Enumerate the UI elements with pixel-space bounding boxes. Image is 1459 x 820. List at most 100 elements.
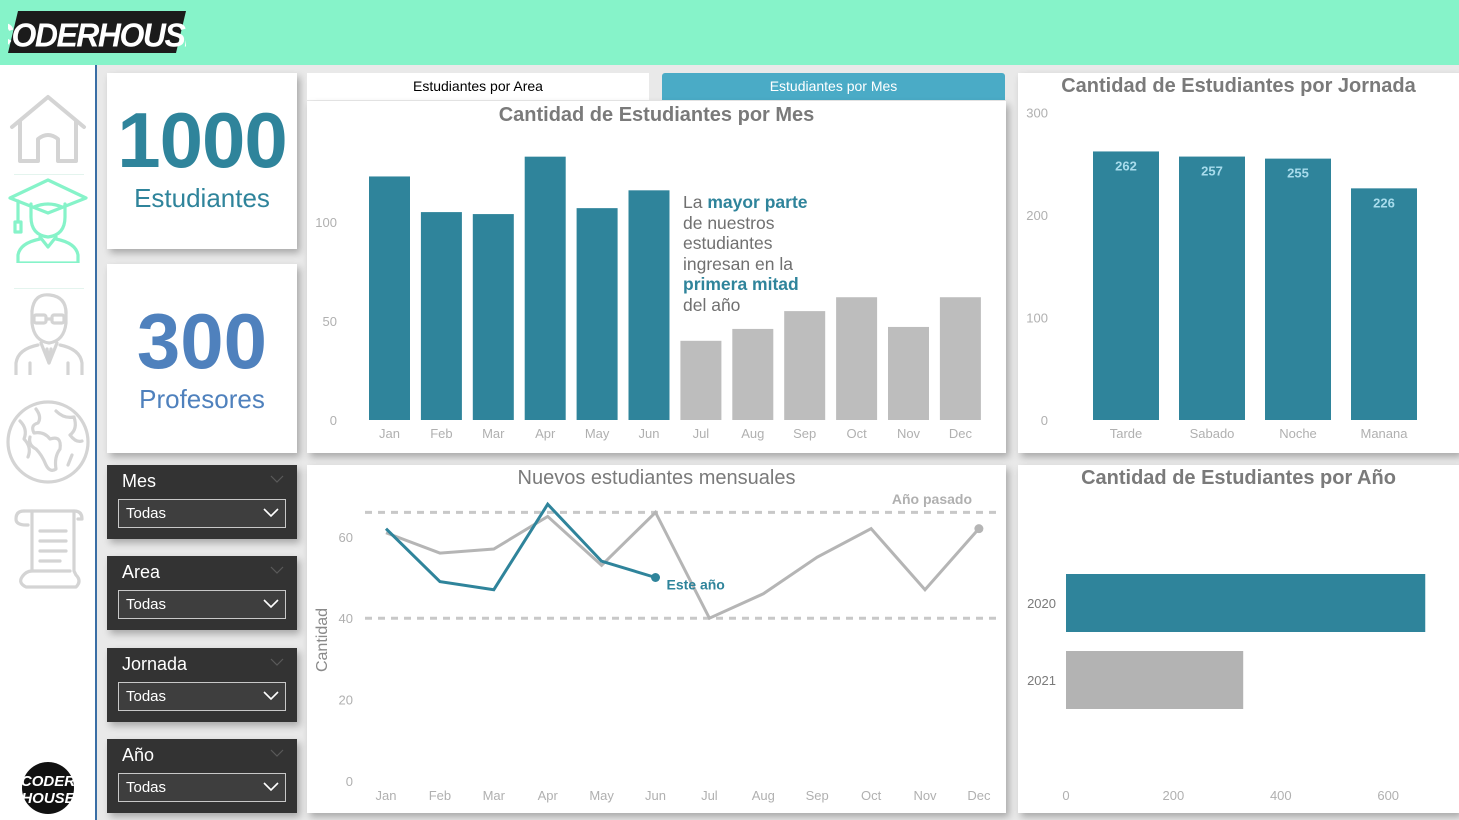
bar-nov xyxy=(888,326,929,420)
x-tick-label: May xyxy=(585,426,610,441)
series-label-ano-pasado: Año pasado xyxy=(892,491,972,507)
collapse-chevron-icon[interactable] xyxy=(270,565,284,575)
x-tick-label: May xyxy=(589,788,614,803)
monthly-line-chart-card: Nuevos estudiantes mensuales 0 20 40 60 Cant… xyxy=(307,465,1006,813)
bar-sabado xyxy=(1179,156,1245,420)
y-tick-label: 40 xyxy=(339,611,353,626)
filter-title: Año xyxy=(122,745,155,765)
coderhouse-logo[interactable]: CODERHOUSE xyxy=(0,11,208,54)
dropdown-value: Todas xyxy=(126,779,167,796)
collapse-chevron-icon[interactable] xyxy=(270,474,284,484)
filter-title: Jornada xyxy=(122,654,188,674)
year-bar-chart: 2020 2021 0 200 400 600 xyxy=(1027,574,1426,803)
x-tick-label: Apr xyxy=(535,426,556,441)
x-tick-label: Oct xyxy=(861,788,882,803)
y-tick-label: 60 xyxy=(339,530,353,545)
chevron-down-icon xyxy=(263,691,279,701)
y-tick-label: 2021 xyxy=(1027,673,1056,688)
x-tick-label: Oct xyxy=(846,426,867,441)
filter-title: Area xyxy=(122,562,161,582)
sidebar-item-regions[interactable] xyxy=(4,399,92,485)
y-tick-label: 0 xyxy=(330,413,337,428)
x-tick-label: 400 xyxy=(1270,788,1292,803)
annotation-text: La xyxy=(683,192,708,212)
bar-dec xyxy=(939,297,981,420)
x-tick-label: Nov xyxy=(897,426,921,441)
collapse-chevron-icon[interactable] xyxy=(270,748,284,758)
x-tick-label: Jan xyxy=(376,788,397,803)
filter-mes: Mes Todas xyxy=(107,465,297,539)
x-tick-label: Mar xyxy=(483,788,506,803)
jornada-bar-chart: 0 100 200 300 262 Tarde 257 Sabado 255 Noche 226 Ma… xyxy=(1026,106,1417,441)
sidebar-item-home[interactable] xyxy=(4,89,92,175)
series-label-este-ano: Este año xyxy=(667,577,725,593)
sidebar-item-teachers[interactable] xyxy=(4,289,92,377)
chevron-down-icon xyxy=(263,782,279,792)
bar-jan xyxy=(369,176,410,420)
dropdown-value: Todas xyxy=(126,505,167,522)
tab-estudiantes-por-area[interactable]: Estudiantes por Area xyxy=(307,73,649,100)
annotation-text: estudiantes xyxy=(683,233,773,253)
y-tick-label: 20 xyxy=(339,693,353,708)
filter-ano-dropdown[interactable]: Todas xyxy=(118,773,286,802)
data-label: 255 xyxy=(1287,166,1309,181)
house-icon xyxy=(10,95,86,163)
monthly-bar-chart: 0 50 100 Jan Feb Mar Apr May Jun Jul Aug Sep Oct Nov D… xyxy=(315,156,981,441)
graduate-student-icon xyxy=(8,178,88,267)
annotation-text: ingresan en la xyxy=(683,253,793,274)
top-bar: CODERHOUSE xyxy=(0,0,1459,65)
bar-feb xyxy=(420,212,462,420)
chevron-down-icon xyxy=(263,599,279,609)
filter-ano: Año Todas xyxy=(107,739,297,813)
coderhouse-round-logo: CODER HOUSE xyxy=(21,761,76,815)
chevron-down-icon xyxy=(263,508,279,518)
jornada-bar-chart-card: Cantidad de Estudiantes por Jornada 0 100… xyxy=(1018,73,1459,453)
tab-estudiantes-por-mes[interactable]: Estudiantes por Mes xyxy=(662,73,1005,100)
series-end-point xyxy=(651,573,660,582)
bar-tarde xyxy=(1093,151,1159,420)
x-tick-label: Tarde xyxy=(1110,426,1143,441)
bar-mar xyxy=(472,214,514,420)
bar-jun xyxy=(628,190,670,420)
x-tick-label: Sabado xyxy=(1190,426,1235,441)
sidebar-item-students[interactable] xyxy=(4,177,92,267)
x-tick-label: Sep xyxy=(806,788,829,803)
filter-mes-dropdown[interactable]: Todas xyxy=(118,499,286,528)
x-tick-label: Jun xyxy=(645,788,666,803)
annotation-highlight: primera mitad xyxy=(683,274,799,294)
monthly-bar-chart-card: Cantidad de Estudiantes por Mes 0 50 100 Ja… xyxy=(307,101,1006,453)
x-tick-label: Apr xyxy=(538,788,559,803)
bar-2020 xyxy=(1066,574,1426,632)
x-tick-label: Dec xyxy=(949,426,973,441)
x-tick-label: Aug xyxy=(752,788,775,803)
x-tick-label: Nov xyxy=(913,788,937,803)
annotation-text: de nuestros xyxy=(683,212,775,233)
monthly-line-chart: 0 20 40 60 Cantidad Jan Feb Mar Apr May Jun Jul Aug S… xyxy=(314,491,999,803)
brand-text: CODERHOUSE xyxy=(8,16,186,53)
bar-manana xyxy=(1351,188,1417,420)
filter-area-dropdown[interactable]: Todas xyxy=(118,590,286,619)
logo-line1: CODER xyxy=(21,773,75,790)
kpi-card-students: 1000 Estudiantes xyxy=(107,73,297,249)
bar-noche xyxy=(1265,158,1331,420)
x-tick-label: Jul xyxy=(701,788,718,803)
filter-jornada-dropdown[interactable]: Todas xyxy=(118,682,286,711)
bar-2021 xyxy=(1066,651,1244,709)
year-bar-chart-card: Cantidad de Estudiantes por Año 2020 2021… xyxy=(1018,465,1459,813)
data-label: 226 xyxy=(1373,195,1395,210)
kpi-value: 300 xyxy=(136,297,268,385)
x-tick-label: Sep xyxy=(793,426,816,441)
y-tick-label: 100 xyxy=(1026,311,1048,326)
kpi-label: Estudiantes xyxy=(134,183,270,213)
x-tick-label: 200 xyxy=(1163,788,1185,803)
sidebar-item-reports[interactable] xyxy=(4,505,92,591)
dropdown-value: Todas xyxy=(126,596,167,613)
collapse-chevron-icon[interactable] xyxy=(270,657,284,667)
x-tick-label: Manana xyxy=(1361,426,1409,441)
bar-oct xyxy=(836,297,878,420)
x-tick-label: Feb xyxy=(430,426,452,441)
x-tick-label: Jun xyxy=(639,426,660,441)
x-tick-label: Feb xyxy=(429,788,451,803)
data-label: 262 xyxy=(1115,158,1137,173)
kpi-value: 1000 xyxy=(117,96,288,184)
